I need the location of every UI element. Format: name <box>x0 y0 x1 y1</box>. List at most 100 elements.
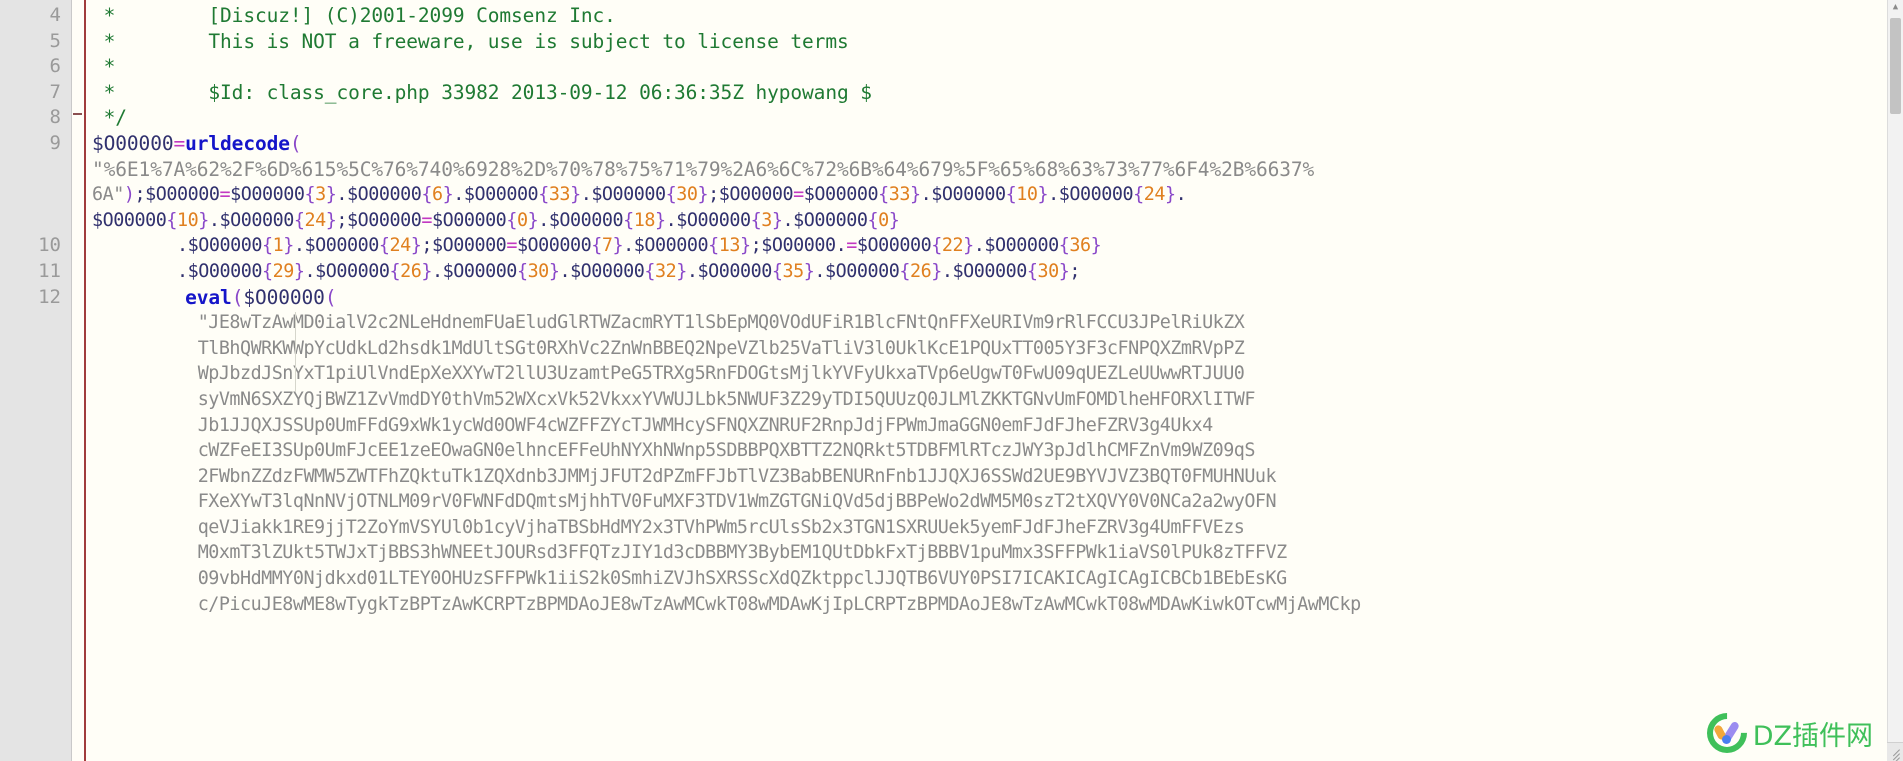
code-token: . <box>623 235 634 257</box>
code-line[interactable]: 6A");$O00000=$O00000{3}.$O00000{6}.$O000… <box>86 182 1903 208</box>
code-line-encoded[interactable]: TlBhQWRKWWpYcUdkLd2hsdk1MdUltSGt0RXhVc2Z… <box>86 336 1903 362</box>
code-token: $O00000 <box>219 209 294 231</box>
code-token: = <box>506 235 517 257</box>
code-token: } <box>293 260 305 282</box>
code-token: $O00000 <box>676 209 751 231</box>
code-token: $O00000 <box>346 184 422 206</box>
code-line[interactable]: $O00000=urldecode( <box>86 131 1903 157</box>
resize-corner[interactable] <box>1887 742 1903 761</box>
code-line-encoded[interactable]: M0xmT3lZUkt5TWJxTjBBS3hWNEEtJOURsd3FFQTz… <box>86 540 1903 566</box>
code-token: . <box>559 260 571 282</box>
code-token: . <box>835 235 847 257</box>
line-number: 7 <box>49 80 61 103</box>
code-token: 10 <box>176 209 199 231</box>
code-token: } <box>1058 260 1070 282</box>
code-token: . <box>782 209 794 231</box>
code-line[interactable]: * [Discuz!] (C)2001-2099 Comsenz Inc. <box>86 3 1903 29</box>
vertical-scrollbar[interactable]: ▲ ▼ <box>1887 0 1903 761</box>
code-token: . <box>431 260 443 282</box>
code-line[interactable]: * This is NOT a freeware, use is subject… <box>86 29 1903 55</box>
code-line[interactable]: "%6E1%7A%62%2F%6D%615%5C%76%740%6928%2D%… <box>86 157 1903 183</box>
code-token: $O00000 <box>591 184 666 206</box>
code-line-encoded[interactable]: Jb1JJQXJSSUp0UmFFdG9xWk1ycWd0OWF4cWZFFZY… <box>86 413 1903 439</box>
code-token: = <box>173 131 186 155</box>
line-number-blank <box>0 566 71 592</box>
code-token: $O00000 <box>516 235 592 257</box>
code-token: } <box>325 209 337 231</box>
code-token: 1 <box>272 235 284 257</box>
code-token: . <box>686 260 698 282</box>
scroll-up-arrow-icon[interactable]: ▲ <box>1888 0 1903 15</box>
code-token: $O00000 <box>1058 184 1134 206</box>
code-line[interactable]: * <box>86 54 1903 80</box>
code-token: . <box>920 184 932 206</box>
code-token: } <box>283 235 294 257</box>
code-token: $O00000 <box>463 184 539 206</box>
code-line-encoded[interactable]: qeVJiakk1RE9jjT2ZoYmVSYUl0b1cyVjhaTBSbHd… <box>86 515 1903 541</box>
code-token: { <box>878 184 889 206</box>
code-token: * <box>92 55 116 79</box>
scrollbar-thumb[interactable] <box>1890 18 1901 114</box>
code-line-encoded[interactable]: FXeXYwT3lqNnNVjOTNLM09rV0FWNFdDQmtsMjhhT… <box>86 489 1903 515</box>
code-token: ; <box>336 209 347 231</box>
code-token: { <box>1058 235 1070 257</box>
code-token: { <box>931 235 942 257</box>
code-token: } <box>527 209 539 231</box>
code-token: ( <box>289 131 302 155</box>
code-token: urldecode <box>185 131 290 155</box>
code-line[interactable]: $O00000{10}.$O00000{24};$O00000=$O00000{… <box>86 208 1903 234</box>
line-number-blank <box>0 182 71 208</box>
code-line-encoded[interactable]: 09vbHdMMY0Njdkxd01LTEY0OHUzSFFPWk1iiS2k0… <box>86 566 1903 592</box>
code-editor[interactable]: 456789 10 11 12 * [Discuz!] (C)2001-2099 C… <box>0 0 1903 761</box>
code-token: * $Id: class_core.php 33982 2013-09-12 0… <box>92 80 872 104</box>
code-content-area[interactable]: * [Discuz!] (C)2001-2099 Comsenz Inc. * … <box>86 0 1903 761</box>
code-token: "%6E1%7A%62%2F%6D%615%5C%76%740%6928%2D%… <box>92 157 1315 181</box>
code-folding-column[interactable] <box>72 0 84 761</box>
fold-marker-icon[interactable] <box>73 113 82 115</box>
code-token: = <box>219 184 231 206</box>
code-token: eval <box>185 285 232 309</box>
code-line[interactable]: * $Id: class_core.php 33982 2013-09-12 0… <box>86 80 1903 106</box>
code-line-encoded[interactable]: 2FWbnZZdzFWMW5ZWTFhZQktuTk1ZQXdnb3JMMjJF… <box>86 464 1903 490</box>
code-token: $O00000 <box>984 235 1059 257</box>
code-token: { <box>516 260 528 282</box>
code-token: } <box>570 184 581 206</box>
line-number-blank <box>0 694 71 720</box>
code-line-encoded[interactable]: c/PicuJE8wME8wTygkTzBPTzAwKCRPTzBPMDAoJE… <box>86 592 1903 618</box>
line-number: 4 <box>49 4 61 26</box>
code-token: $O00000 <box>145 184 220 206</box>
line-number-blank <box>0 387 71 413</box>
code-token: } <box>803 260 815 282</box>
code-line-encoded[interactable]: cWZFeEI3SUp0UmFJcEE1zeEOwaGN0elhncEFFeUh… <box>86 438 1903 464</box>
code-line[interactable]: .$O00000{29}.$O00000{26}.$O00000{30}.$O0… <box>86 259 1903 285</box>
line-number: 8 <box>49 106 61 129</box>
code-token: 24 <box>304 209 326 231</box>
code-token: 33 <box>548 184 571 206</box>
code-line-encoded[interactable]: syVmN6SXZYQjBWZ1ZvVmdDY0thVm52WXcxVk52Vk… <box>86 387 1903 413</box>
code-line[interactable]: eval($O00000( <box>86 285 1903 311</box>
line-number-blank <box>0 515 71 541</box>
code-token: . <box>814 260 826 282</box>
code-token: $O00000 <box>346 209 422 231</box>
code-token: . <box>538 209 549 231</box>
code-token: 30 <box>527 260 550 282</box>
code-token: ; <box>134 184 146 206</box>
code-token: $O00000 <box>315 260 390 282</box>
code-line[interactable]: .$O00000{1}.$O00000{24};$O00000=$O00000{… <box>86 233 1903 259</box>
code-token: . <box>336 184 347 206</box>
code-token: = <box>793 184 804 206</box>
code-token: { <box>293 209 305 231</box>
code-token: $O00000 <box>825 260 900 282</box>
code-token: { <box>166 209 177 231</box>
code-line-encoded[interactable]: "JE8wTzAwMD0ialV2c2NLeHdnemFUaEludGlRTWZ… <box>86 310 1903 336</box>
code-line-encoded[interactable]: WpJbzdJSnYxT1piUlVndEpXeXXYwT2llU3UzamtP… <box>86 361 1903 387</box>
code-token: . <box>580 184 592 206</box>
line-number: 5 <box>49 29 61 52</box>
code-token: $O00000 <box>230 184 305 206</box>
code-token: $O00000 <box>431 209 507 231</box>
code-token: . <box>453 184 464 206</box>
code-token: . <box>941 260 953 282</box>
code-token: } <box>410 235 422 257</box>
code-token: 35 <box>782 260 805 282</box>
code-line[interactable]: */ <box>86 105 1903 131</box>
